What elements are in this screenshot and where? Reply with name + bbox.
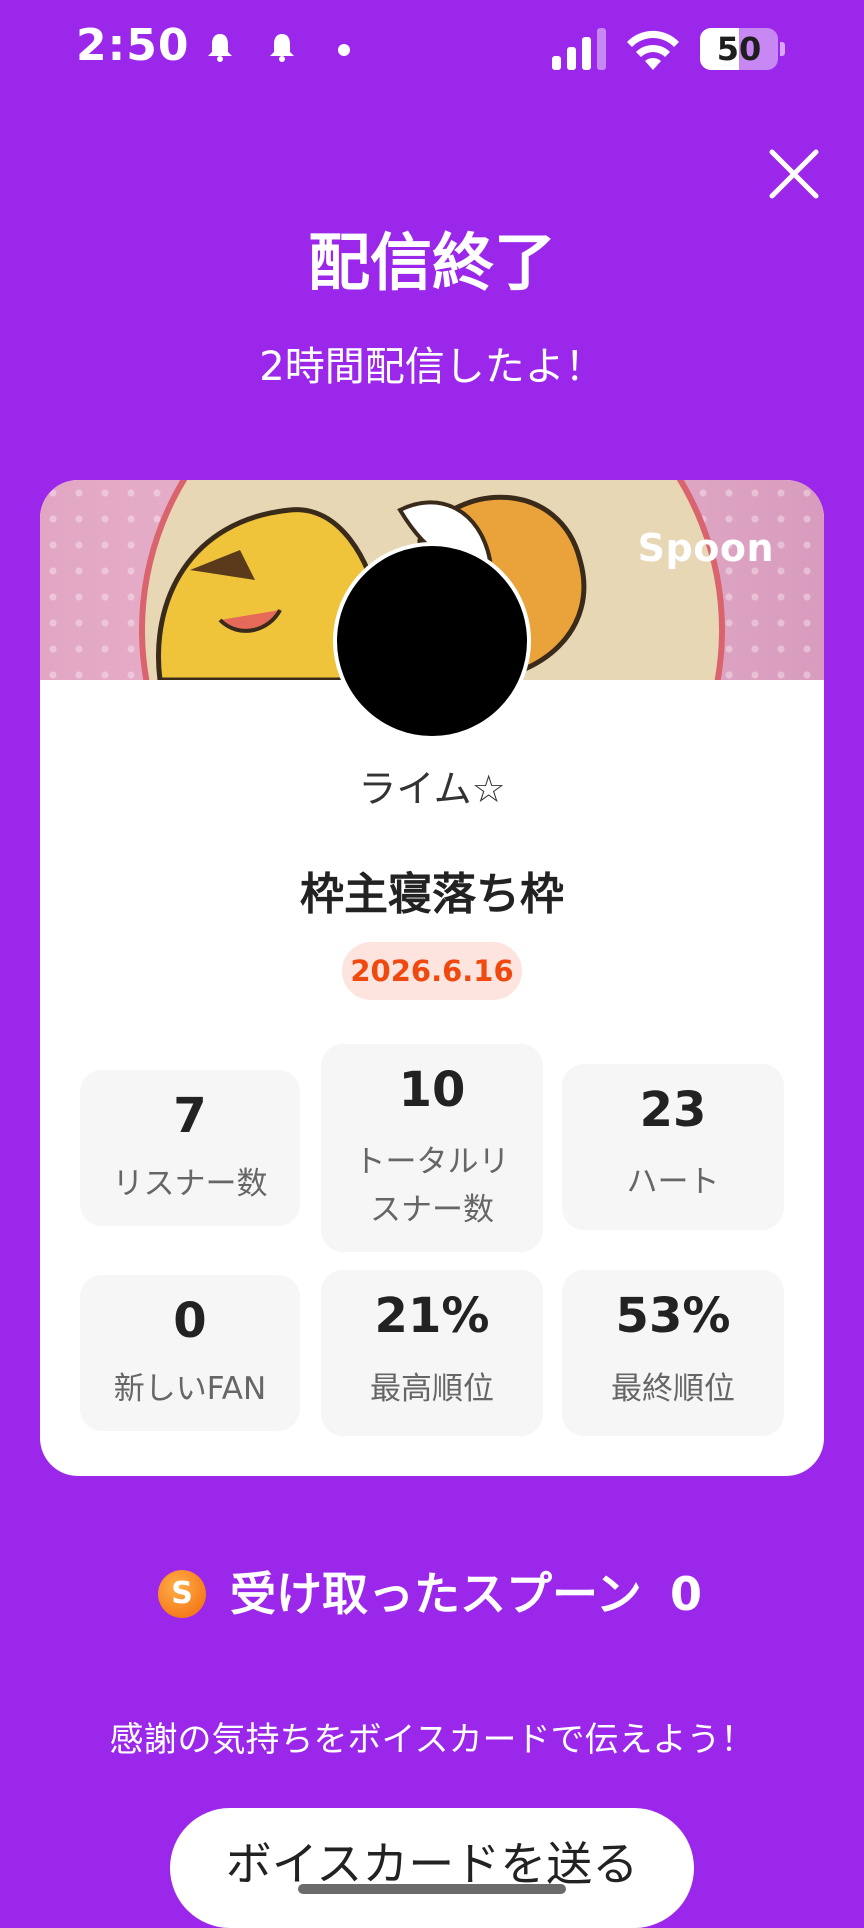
cellular-signal-icon [552, 28, 606, 70]
stat-label: 新しいFAN [113, 1371, 267, 1407]
stat-label: ハート [626, 1164, 720, 1200]
status-bar: 2:50 50 [0, 0, 864, 100]
avatar[interactable] [333, 542, 531, 740]
stat-label: 最高順位 [370, 1371, 494, 1407]
notification-bell-icon [208, 34, 232, 62]
stat-value: 10 [398, 1062, 466, 1118]
battery-icon: 50 [700, 28, 785, 70]
stat-label: トータルリスナー数 [354, 1144, 510, 1228]
battery-percent: 50 [716, 30, 762, 68]
stat-value: 21% [374, 1288, 490, 1344]
spoon-logo: Spoon [637, 526, 774, 570]
send-voice-card-button[interactable]: ボイスカードを送る [170, 1808, 694, 1928]
stat-label: リスナー数 [112, 1166, 268, 1202]
live-title: 枠主寝落ち枠 [300, 869, 564, 920]
dot-icon [338, 44, 350, 56]
stat-highest-rank: 21% 最高順位 [321, 1270, 543, 1436]
stat-value: 53% [615, 1288, 731, 1344]
thanks-message: 感謝の気持ちをボイスカードで伝えよう！ [109, 1720, 755, 1760]
spoons-count: 0 [670, 1567, 703, 1621]
stat-hearts: 23 ハート [562, 1064, 784, 1230]
stat-value: 23 [639, 1082, 707, 1138]
close-icon[interactable] [766, 146, 822, 202]
stat-new-fans: 0 新しいFAN [80, 1275, 300, 1431]
page-title: 配信終了 [307, 226, 556, 299]
stat-total-listeners: 10 トータルリスナー数 [321, 1044, 543, 1252]
stat-final-rank: 53% 最終順位 [562, 1270, 784, 1436]
spoons-received: S 受け取ったスプーン 0 [0, 1562, 864, 1622]
spoon-coin-icon: S [158, 1570, 206, 1618]
notification-bell-icon [270, 34, 294, 62]
wifi-icon [627, 30, 679, 70]
stat-value: 7 [173, 1088, 207, 1144]
stat-value: 0 [173, 1293, 207, 1349]
spoons-label: 受け取ったスプーン [230, 1567, 642, 1621]
home-indicator[interactable] [298, 1884, 566, 1894]
page-subtitle: 2時間配信したよ！ [259, 344, 605, 390]
stat-listeners: 7 リスナー数 [80, 1070, 300, 1226]
stat-label: 最終順位 [611, 1371, 735, 1407]
status-time: 2:50 [76, 20, 190, 71]
live-summary-card: Spoon ライム☆ 枠主寝落ち枠 2026.6.16 7 リスナー数 10 ト… [40, 480, 824, 1476]
date-badge: 2026.6.16 [342, 942, 522, 1000]
host-name: ライム☆ [358, 767, 506, 811]
